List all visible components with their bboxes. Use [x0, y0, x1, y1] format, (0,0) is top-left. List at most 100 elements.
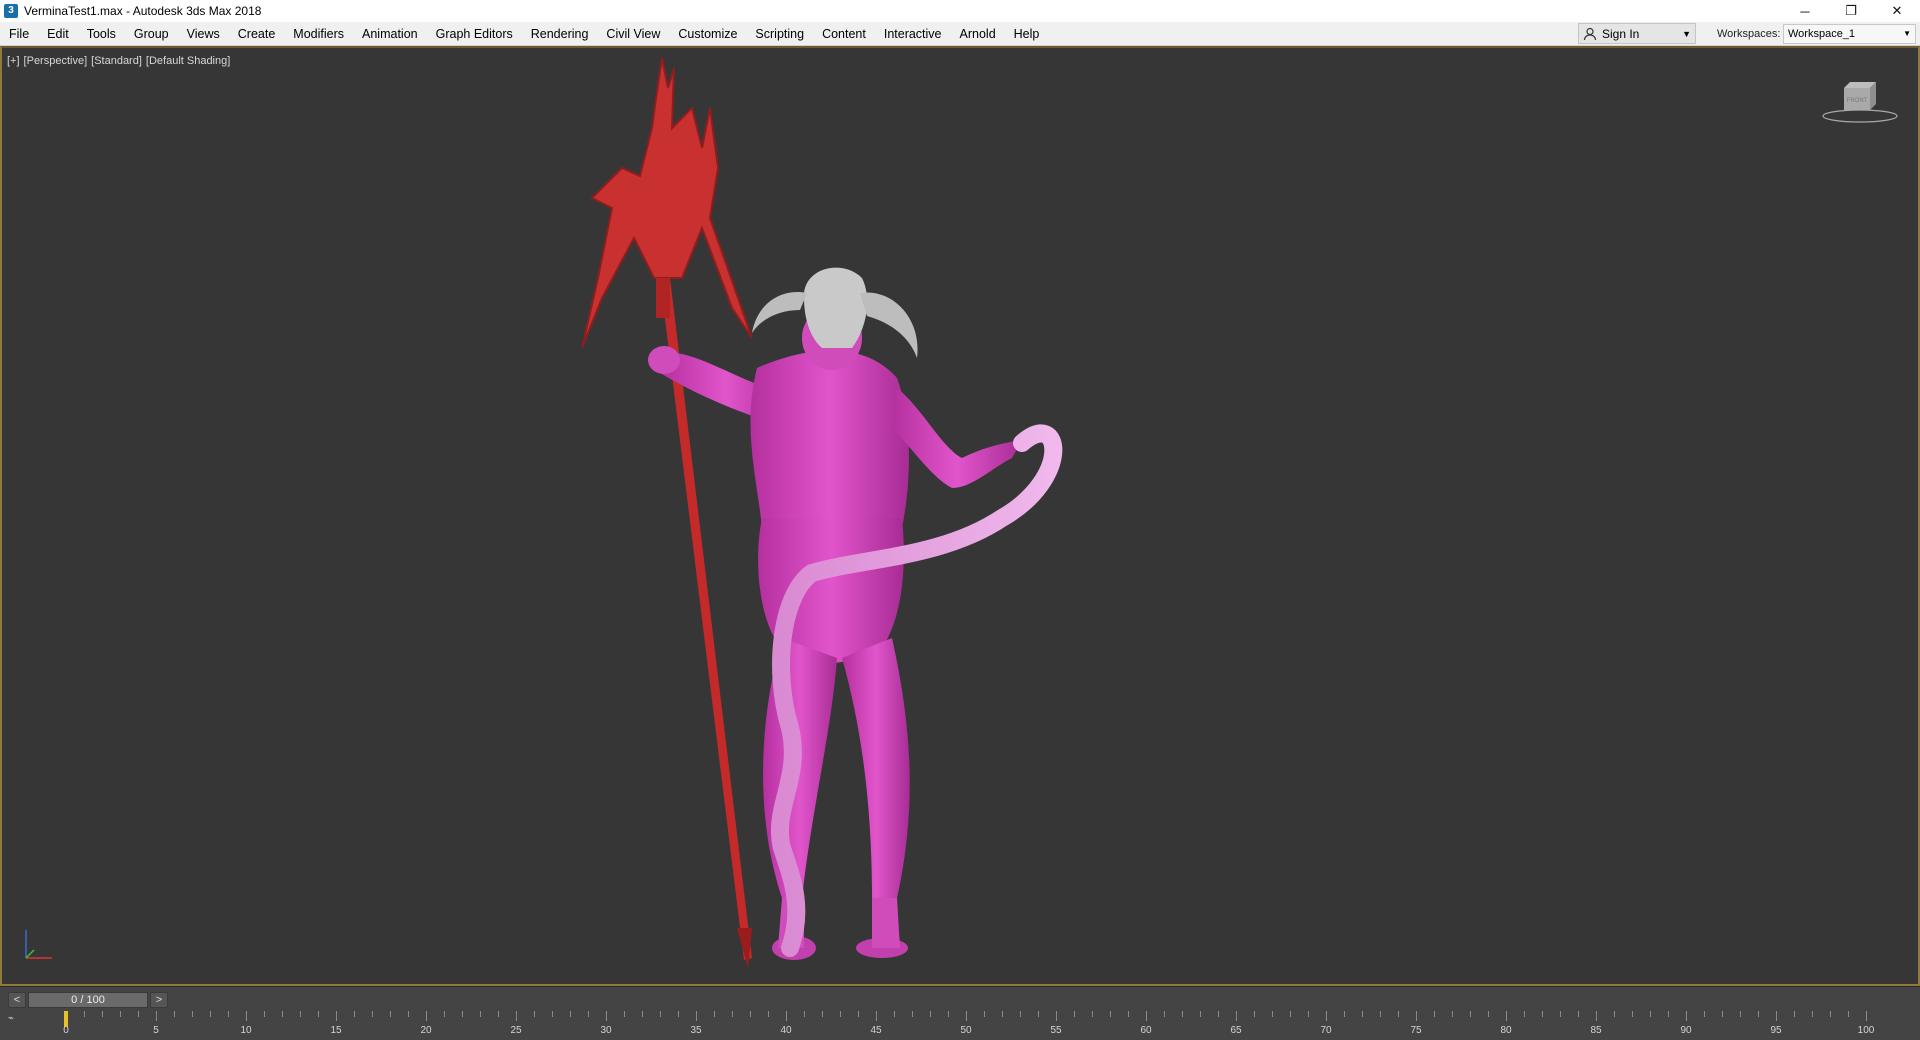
track-tick	[336, 1011, 337, 1021]
menu-arnold[interactable]: Arnold	[951, 22, 1005, 46]
track-tick-label: 25	[510, 1025, 522, 1036]
track-tick	[1614, 1011, 1615, 1017]
track-tick	[1812, 1011, 1813, 1017]
track-tick	[840, 1011, 841, 1017]
chevron-down-icon: ▼	[1682, 28, 1691, 39]
track-bar[interactable]: 0 5 10 15 20 25 30 35 40 45 50 55 60 65 70 75 80 85 90 95 10…	[60, 1011, 1910, 1039]
track-tick	[768, 1011, 769, 1017]
time-slider[interactable]: < 0 / 100 >	[8, 991, 168, 1009]
track-tick	[156, 1011, 157, 1021]
close-button[interactable]: ✕	[1874, 0, 1920, 22]
track-tick	[1470, 1011, 1471, 1017]
menu-civil-view[interactable]: Civil View	[597, 22, 669, 46]
track-tick-label: 95	[1770, 1025, 1782, 1036]
menu-scripting[interactable]: Scripting	[746, 22, 813, 46]
track-tick	[1488, 1011, 1489, 1017]
track-tick	[858, 1011, 859, 1017]
user-icon	[1583, 27, 1597, 40]
track-tick	[678, 1011, 679, 1017]
chevron-down-icon: ▼	[1903, 29, 1911, 38]
track-tick	[192, 1011, 193, 1017]
window-title: VerminaTest1.max - Autodesk 3ds Max 2018	[24, 4, 262, 18]
track-tick	[246, 1011, 247, 1021]
track-tick	[1650, 1011, 1651, 1017]
menu-views[interactable]: Views	[178, 22, 229, 46]
track-tick	[1326, 1011, 1327, 1021]
character-model[interactable]	[542, 48, 1162, 988]
track-tick	[1758, 1011, 1759, 1017]
track-tick	[1722, 1011, 1723, 1017]
track-tick	[1254, 1011, 1255, 1017]
track-tick	[570, 1011, 571, 1017]
viewport-point-of-view-menu[interactable]: [Perspective]	[24, 55, 88, 67]
track-tick	[876, 1011, 877, 1021]
menu-customize[interactable]: Customize	[669, 22, 746, 46]
menu-animation[interactable]: Animation	[353, 22, 427, 46]
menu-group[interactable]: Group	[125, 22, 178, 46]
track-tick	[1038, 1011, 1039, 1017]
track-tick	[264, 1011, 265, 1017]
track-tick	[1110, 1011, 1111, 1017]
menu-help[interactable]: Help	[1005, 22, 1049, 46]
track-tick	[1164, 1011, 1165, 1017]
track-tick	[372, 1011, 373, 1017]
track-tick	[102, 1011, 103, 1017]
track-tick	[1146, 1011, 1147, 1021]
current-frame-marker[interactable]	[64, 1011, 68, 1027]
track-tick	[1560, 1011, 1561, 1017]
menu-modifiers[interactable]: Modifiers	[284, 22, 353, 46]
viewport-label-menu: [+] [Perspective] [Standard] [Default Sh…	[7, 55, 230, 67]
perspective-viewport[interactable]: [+] [Perspective] [Standard] [Default Sh…	[0, 46, 1920, 986]
menu-edit[interactable]: Edit	[38, 22, 78, 46]
track-tick	[138, 1011, 139, 1017]
track-tick	[1218, 1011, 1219, 1017]
minimize-button[interactable]: ─	[1782, 0, 1828, 22]
track-tick	[948, 1011, 949, 1017]
track-tick	[174, 1011, 175, 1017]
track-tick	[822, 1011, 823, 1017]
menu-content[interactable]: Content	[813, 22, 875, 46]
track-tick	[714, 1011, 715, 1017]
next-frame-button[interactable]: >	[150, 992, 168, 1008]
track-tick	[966, 1011, 967, 1021]
track-tick-label: 20	[420, 1025, 432, 1036]
menu-create[interactable]: Create	[229, 22, 285, 46]
sign-in-button[interactable]: Sign In ▼	[1578, 23, 1696, 44]
track-tick	[300, 1011, 301, 1017]
track-tick	[696, 1011, 697, 1021]
menu-tools[interactable]: Tools	[78, 22, 125, 46]
track-tick	[930, 1011, 931, 1017]
track-tick	[1416, 1011, 1417, 1021]
track-tick	[1866, 1011, 1867, 1021]
track-tick	[894, 1011, 895, 1017]
track-tick	[1452, 1011, 1453, 1017]
viewport-general-menu[interactable]: [+]	[7, 55, 20, 67]
menu-rendering[interactable]: Rendering	[522, 22, 598, 46]
viewport-shading-menu[interactable]: [Default Shading]	[146, 55, 230, 67]
viewcube[interactable]: FRONT	[1820, 78, 1900, 128]
horn-helmet[interactable]	[752, 267, 918, 358]
track-tick	[84, 1011, 85, 1017]
track-tick	[516, 1011, 517, 1021]
track-tick	[1200, 1011, 1201, 1017]
previous-frame-button[interactable]: <	[8, 992, 26, 1008]
track-tick-label: 70	[1320, 1025, 1332, 1036]
curve-editor-toggle-icon[interactable]: ⌁	[8, 1013, 48, 1037]
restore-button[interactable]: ❐	[1828, 0, 1874, 22]
time-slider-thumb[interactable]: 0 / 100	[28, 992, 148, 1008]
track-tick	[534, 1011, 535, 1017]
workspace-select[interactable]: Workspace_1 ▼	[1783, 24, 1916, 44]
track-tick	[120, 1011, 121, 1017]
track-tick	[444, 1011, 445, 1017]
viewport-standard-menu[interactable]: [Standard]	[91, 55, 142, 67]
menu-graph-editors[interactable]: Graph Editors	[427, 22, 522, 46]
menu-file[interactable]: File	[0, 22, 38, 46]
track-tick	[1380, 1011, 1381, 1017]
trident-weapon[interactable]	[581, 57, 753, 968]
track-tick	[624, 1011, 625, 1017]
track-tick	[1578, 1011, 1579, 1017]
menu-interactive[interactable]: Interactive	[875, 22, 951, 46]
3ds-max-icon[interactable]: 3	[4, 4, 18, 18]
track-tick	[480, 1011, 481, 1017]
track-tick-label: 30	[600, 1025, 612, 1036]
